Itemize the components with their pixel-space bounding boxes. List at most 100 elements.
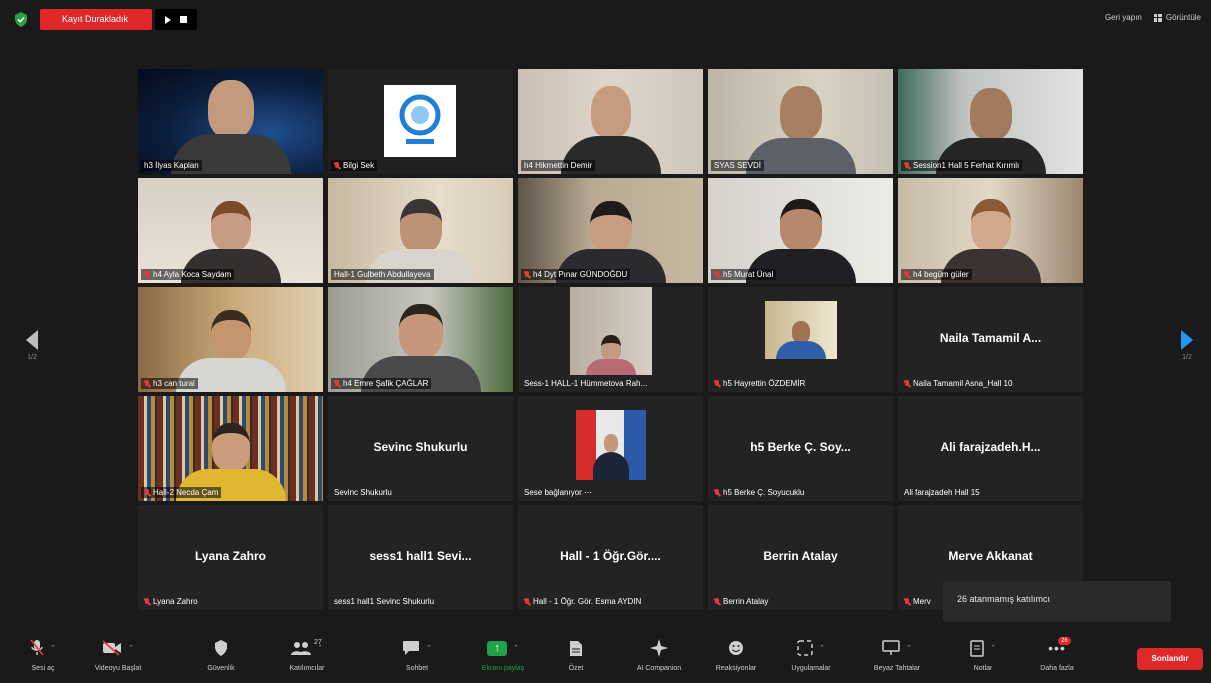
participant-tile[interactable]: h3 can tural [138, 287, 323, 392]
chat-button[interactable]: ⌃ Sohbet [374, 637, 460, 672]
arrow-left-icon [26, 330, 38, 350]
whiteboards-button[interactable]: ⌃ Beyaz Tahtalar [854, 637, 940, 672]
participant-name-label: Naila Tamamil Asna_Hall 10 [901, 378, 1015, 389]
participant-tile[interactable]: h4 Emre Şafik ÇAĞLAR [328, 287, 513, 392]
participant-tile[interactable]: Berrin Atalay Berrin Atalay [708, 505, 893, 610]
participant-name-label: h5 Berke Ç. Soyucuklu [711, 487, 807, 498]
share-screen-icon: ↑ [487, 640, 508, 656]
microphone-muted-icon [30, 639, 44, 656]
participant-tile[interactable]: sess1 hall1 Sevi... sess1 hall1 Sevinc S… [328, 505, 513, 610]
bilsel-logo [384, 85, 456, 157]
mic-muted-icon [714, 488, 720, 497]
participant-display-name: Naila Tamamil A... [939, 331, 1042, 345]
mic-muted-icon [144, 488, 150, 497]
video-feed [328, 69, 513, 174]
video-feed [898, 178, 1083, 283]
participant-tile[interactable]: h3 İlyas Kaplan [138, 69, 323, 174]
summary-button[interactable]: Özet [533, 637, 619, 672]
participant-tile[interactable]: Hall-2 Necda Çam [138, 396, 323, 501]
participant-display-name: Sevinc Shukurlu [373, 440, 468, 454]
video-feed [518, 396, 703, 501]
unmute-button[interactable]: ⌃ Sesi aç [0, 637, 86, 672]
more-button[interactable]: ••• 26 Daha fazla [1014, 637, 1100, 672]
participant-name-label: Sevinc Shukurlu [334, 488, 392, 497]
sparkle-icon [650, 639, 668, 657]
mic-muted-icon [144, 379, 150, 388]
video-feed [328, 178, 513, 283]
chat-bubble-icon [403, 641, 420, 655]
participant-tile[interactable]: h5 Murat Ünal [708, 178, 893, 283]
participant-name-label: h4 Emre Şafik ÇAĞLAR [331, 378, 432, 389]
participant-tile[interactable]: h4 Hikmettin Demir [518, 69, 703, 174]
chevron-up-icon[interactable]: ⌃ [426, 644, 432, 652]
participant-tile[interactable]: Session1 Hall 5 Ferhat Kırımlı [898, 69, 1083, 174]
video-feed [708, 287, 893, 392]
participant-tile[interactable]: h4 begüm güler [898, 178, 1083, 283]
ai-companion-button[interactable]: AI Companion [616, 637, 702, 672]
mic-muted-icon [334, 379, 340, 388]
notes-icon [970, 639, 984, 657]
start-video-button[interactable]: ⌃ Videoyu Başlat [75, 637, 161, 672]
reactions-label: Reaksiyonlar [715, 665, 757, 672]
participant-name-label: h5 Hayrettin ÖZDEMİR [711, 378, 808, 389]
reactions-button[interactable]: Reaksiyonlar [693, 637, 779, 672]
previous-page[interactable]: 1/2 [20, 330, 44, 361]
video-gallery: h3 İlyas Kaplan Bilgi Sek h4 Hikmettin D… [138, 69, 1083, 610]
participant-name-label: h4 Hikmettin Demir [521, 160, 596, 171]
apps-button[interactable]: ⌃ Uygulamalar [768, 637, 854, 672]
participant-tile[interactable]: Sess-1 HALL-1 Hümmetova Rah... [518, 287, 703, 392]
participant-name-label: Sess-1 HALL-1 Hümmetova Rah... [524, 379, 648, 388]
summary-label: Özet [568, 665, 584, 672]
video-feed [138, 69, 323, 174]
participant-tile[interactable]: Bilgi Sek [328, 69, 513, 174]
participant-tile[interactable]: h5 Berke Ç. Soy... h5 Berke Ç. Soyucuklu [708, 396, 893, 501]
shield-icon[interactable] [14, 12, 28, 27]
video-feed [518, 69, 703, 174]
participant-tile-active-speaker[interactable]: SYAS SEVDİ [708, 69, 893, 174]
chevron-up-icon[interactable]: ⌃ [819, 644, 825, 652]
whiteboard-icon [882, 640, 900, 655]
arrow-right-icon [1181, 330, 1193, 350]
security-button[interactable]: Güvenlik [178, 637, 264, 672]
participant-name-label: h5 Murat Ünal [711, 269, 777, 280]
participant-tile[interactable]: Hall - 1 Öğr.Gör.... Hall - 1 Öğr. Gör. … [518, 505, 703, 610]
security-label: Güvenlik [207, 665, 235, 672]
mic-muted-icon [524, 597, 530, 606]
participant-display-name: Lyana Zahro [195, 549, 266, 563]
participant-name-label: Hall-1 Gulbeth Abdullayeva [331, 269, 434, 280]
ai-companion-label: AI Companion [636, 665, 682, 672]
apps-icon [797, 640, 813, 656]
chevron-up-icon[interactable]: ⌃ [906, 644, 912, 652]
chevron-up-icon[interactable]: ⌃ [128, 644, 134, 652]
mic-muted-icon [144, 597, 150, 606]
resume-recording-icon[interactable] [164, 15, 171, 24]
participants-button[interactable]: 27 ⌃ Katılımcılar [264, 637, 350, 672]
participant-tile[interactable]: h4 Dyt Pınar GÜNDOĞDU [518, 178, 703, 283]
participant-tile[interactable]: h5 Hayrettin ÖZDEMİR [708, 287, 893, 392]
participant-display-name: Berrin Atalay [763, 549, 838, 563]
participant-tile[interactable]: h4 Ayla Koca Saydam [138, 178, 323, 283]
participant-tile[interactable]: Hall-1 Gulbeth Abdullayeva [328, 178, 513, 283]
grid-view-icon [1153, 13, 1162, 22]
exit-fullscreen-button[interactable]: Geri yapın [1105, 13, 1142, 22]
chevron-up-icon[interactable]: ⌃ [513, 644, 519, 652]
chevron-up-icon[interactable]: ⌃ [50, 644, 56, 652]
stop-recording-icon[interactable] [180, 16, 188, 23]
end-meeting-button[interactable]: Sonlandır [1137, 648, 1203, 670]
chevron-up-icon[interactable]: ⌃ [990, 644, 996, 652]
participant-name-label: Hall - 1 Öğr. Gör. Esma AYDIN [521, 596, 644, 607]
apps-label: Uygulamalar [791, 665, 831, 672]
next-page[interactable]: 1/2 [1175, 330, 1199, 361]
mic-muted-icon [714, 270, 720, 279]
participant-tile[interactable]: Ali farajzadeh.H... Ali farajzadeh Hall … [898, 396, 1083, 501]
participant-display-name: Hall - 1 Öğr.Gör.... [560, 549, 661, 563]
participant-tile[interactable]: Lyana Zahro Lyana Zahro [138, 505, 323, 610]
video-feed [138, 287, 323, 392]
participant-tile[interactable]: Sevinc Shukurlu Sevinc Shukurlu [328, 396, 513, 501]
participant-name-label: Ali farajzadeh Hall 15 [904, 488, 980, 497]
participant-tile[interactable]: Naila Tamamil A... Naila Tamamil Asna_Ha… [898, 287, 1083, 392]
page-indicator-left: 1/2 [27, 354, 37, 361]
view-button[interactable]: Görüntüle [1153, 13, 1201, 22]
mic-muted-icon [144, 270, 150, 279]
participant-tile[interactable]: Sese bağlanıyor ⋯ [518, 396, 703, 501]
